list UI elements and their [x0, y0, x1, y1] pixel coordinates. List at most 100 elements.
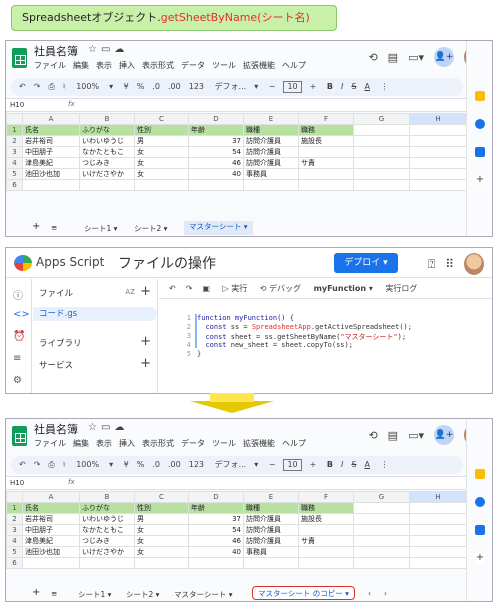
- column-header[interactable]: F: [298, 491, 354, 503]
- cell[interactable]: [353, 146, 410, 158]
- italic-button[interactable]: I: [341, 82, 343, 91]
- cell[interactable]: [353, 502, 410, 514]
- cell[interactable]: 訪問介護員: [243, 524, 299, 536]
- cell[interactable]: 職種: [243, 502, 299, 514]
- cell[interactable]: つじみき: [79, 535, 135, 547]
- menu-item[interactable]: 表示形式: [142, 61, 174, 70]
- add-sheet-button[interactable]: +: [32, 221, 40, 232]
- name-box[interactable]: H10: [10, 101, 24, 109]
- menu-item[interactable]: 拡張機能: [243, 439, 275, 448]
- column-header[interactable]: H: [409, 491, 467, 503]
- paint-format-icon[interactable]: ♮: [63, 82, 66, 91]
- column-header[interactable]: G: [353, 113, 410, 125]
- zoom-dropdown-icon[interactable]: ▾: [109, 460, 113, 469]
- cell[interactable]: [298, 146, 354, 158]
- column-header[interactable]: F: [298, 113, 354, 125]
- folder-icon[interactable]: ▭: [101, 44, 114, 55]
- save-icon[interactable]: ▣: [202, 284, 210, 293]
- sheets-logo-icon[interactable]: [12, 48, 27, 68]
- cell[interactable]: 年齢: [188, 502, 244, 514]
- row-header[interactable]: 3: [6, 146, 23, 158]
- cell[interactable]: 津島美紀: [22, 535, 80, 547]
- cell[interactable]: [353, 135, 410, 147]
- cell[interactable]: 40: [188, 168, 244, 180]
- apps-grid-icon[interactable]: ⠿: [445, 257, 454, 271]
- bold-button[interactable]: B: [327, 82, 333, 91]
- column-header[interactable]: G: [353, 491, 410, 503]
- font-size-plus[interactable]: +: [310, 460, 317, 469]
- meet-icon[interactable]: ▭▾: [408, 429, 424, 442]
- row-header[interactable]: 1: [6, 124, 23, 136]
- cell[interactable]: 女: [134, 157, 189, 169]
- cell[interactable]: [188, 179, 244, 191]
- font-size-minus[interactable]: −: [269, 82, 276, 91]
- cell[interactable]: [409, 557, 467, 569]
- cell[interactable]: [79, 557, 135, 569]
- menu-item[interactable]: ツール: [212, 439, 236, 448]
- cell[interactable]: なかたともこ: [79, 146, 135, 158]
- row-header[interactable]: 4: [6, 535, 23, 547]
- redo-icon[interactable]: ↷: [34, 82, 41, 91]
- percent-button[interactable]: %: [137, 82, 145, 91]
- cell[interactable]: [353, 524, 410, 536]
- cell[interactable]: いけださやか: [79, 546, 135, 558]
- add-on-icon[interactable]: +: [475, 553, 485, 563]
- cell[interactable]: 事務員: [243, 168, 299, 180]
- tab-sheet1[interactable]: シート1 ▾: [78, 589, 111, 600]
- number-format-button[interactable]: 123: [189, 82, 204, 91]
- contacts-icon[interactable]: [475, 525, 485, 535]
- column-header[interactable]: E: [243, 491, 299, 503]
- decrease-decimal-button[interactable]: .0: [152, 82, 160, 91]
- strike-button[interactable]: S: [351, 460, 356, 469]
- cell[interactable]: [353, 124, 410, 136]
- menu-item[interactable]: 拡張機能: [243, 61, 275, 70]
- tab-master[interactable]: マスターシート ▾: [174, 589, 233, 600]
- share-button[interactable]: 👤+: [434, 425, 454, 445]
- add-sheet-button[interactable]: +: [32, 587, 40, 598]
- cell[interactable]: 性別: [134, 502, 189, 514]
- cell[interactable]: 池田沙也加: [22, 546, 80, 558]
- menu-item[interactable]: ヘルプ: [282, 439, 306, 448]
- sort-icon[interactable]: AZ: [125, 288, 135, 296]
- cell[interactable]: 職務: [298, 124, 354, 136]
- cell[interactable]: 女: [134, 546, 189, 558]
- cell[interactable]: 池田沙也加: [22, 168, 80, 180]
- doc-title[interactable]: 社員名簿: [34, 43, 78, 59]
- cell[interactable]: [22, 557, 80, 569]
- print-icon[interactable]: ⎙: [48, 460, 54, 469]
- help-icon[interactable]: ⍰: [428, 257, 435, 272]
- cell[interactable]: サ責: [298, 535, 354, 547]
- cell[interactable]: [298, 168, 354, 180]
- tab-sheet1[interactable]: シート1 ▾: [84, 223, 117, 234]
- font-size-plus[interactable]: +: [310, 82, 317, 91]
- apps-script-logo-icon[interactable]: [14, 255, 32, 271]
- column-header[interactable]: C: [134, 491, 189, 503]
- cell[interactable]: [409, 124, 467, 136]
- cell[interactable]: 女: [134, 535, 189, 547]
- bold-button[interactable]: B: [327, 460, 333, 469]
- cell[interactable]: 事務員: [243, 546, 299, 558]
- cell[interactable]: [353, 179, 410, 191]
- cell[interactable]: いけださやか: [79, 168, 135, 180]
- menu-item[interactable]: 挿入: [119, 61, 135, 70]
- menu-item[interactable]: 挿入: [119, 439, 135, 448]
- row-header[interactable]: 1: [6, 502, 23, 514]
- corner-cell[interactable]: [6, 491, 23, 503]
- keep-icon[interactable]: [475, 469, 485, 479]
- cell[interactable]: 46: [188, 535, 244, 547]
- menu-item[interactable]: ヘルプ: [282, 61, 306, 70]
- more-icon[interactable]: ⋮: [380, 82, 388, 91]
- cell[interactable]: [353, 513, 410, 525]
- sheets-logo-icon[interactable]: [12, 426, 27, 446]
- deploy-button[interactable]: デプロイ ▾: [334, 253, 398, 273]
- row-header[interactable]: 2: [6, 135, 23, 147]
- row-header[interactable]: 2: [6, 513, 23, 525]
- star-icon[interactable]: ☆: [88, 44, 101, 55]
- cell[interactable]: [409, 157, 467, 169]
- currency-button[interactable]: ¥: [124, 82, 129, 91]
- menu-item[interactable]: 表示: [96, 61, 112, 70]
- comment-icon[interactable]: ▤: [388, 429, 398, 442]
- column-header[interactable]: A: [22, 113, 80, 125]
- comment-icon[interactable]: ▤: [388, 51, 398, 64]
- keep-icon[interactable]: [475, 91, 485, 101]
